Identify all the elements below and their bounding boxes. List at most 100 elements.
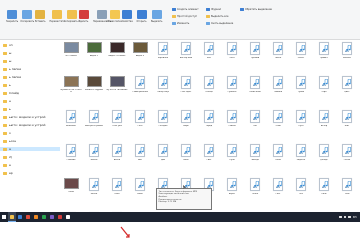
file-item[interactable]: Голос: [60, 178, 82, 212]
file-item[interactable]: MP3 Сон: [244, 110, 266, 144]
nav-item[interactable]: ьюто: модели и устрой: [3, 123, 45, 127]
file-item[interactable]: MP3 Лучший: [244, 42, 266, 76]
file-item[interactable]: MP3 Сказка: [221, 110, 243, 144]
ribbon-command[interactable]: Обратить выделение: [240, 8, 272, 11]
ribbon-command[interactable]: Выделить все: [206, 15, 229, 18]
file-item[interactable]: MP3 Суббота: [221, 76, 243, 110]
file-item[interactable]: MP3 Утро: [313, 76, 335, 110]
nav-item[interactable]: ы: [3, 51, 11, 55]
file-item[interactable]: MP3 Осень: [336, 144, 358, 178]
nav-item[interactable]: Слайд: [3, 91, 19, 95]
volume-icon[interactable]: [343, 215, 347, 219]
nav-item[interactable]: 2): [3, 155, 12, 159]
taskbar-app-button[interactable]: [64, 212, 72, 222]
nav-item[interactable]: ь: [3, 83, 11, 87]
file-item[interactable]: MP3 Звезда: [244, 144, 266, 178]
taskbar-app-button[interactable]: [40, 212, 48, 222]
ribbon-button[interactable]: Свойства: [122, 10, 133, 23]
nav-item[interactable]: ьсон: [3, 139, 16, 143]
nav-item[interactable]: н: [3, 99, 11, 103]
file-item[interactable]: MP3 Путь: [290, 110, 312, 144]
file-item[interactable]: MP3 картинка: [152, 42, 174, 76]
file-item[interactable]: MP3 Голос: [267, 144, 289, 178]
file-item[interactable]: MP3 Мечта: [83, 178, 105, 212]
navigation-pane[interactable]: зп ы ы ь папки ь папки ь Слайд н ь ьюто: модели и…: [0, 40, 60, 210]
taskbar-app-button[interactable]: [16, 212, 24, 222]
file-item[interactable]: MP3 Быстро и громко: [83, 110, 105, 144]
file-item[interactable]: MP3 Тема: [267, 110, 289, 144]
taskbar-app-button[interactable]: [24, 212, 32, 222]
nav-item[interactable]: е: [3, 163, 11, 167]
file-item[interactable]: MP3 Дождь: [313, 144, 335, 178]
taskbar-app-button[interactable]: [8, 212, 16, 222]
ribbon-command[interactable]: Простой доступ: [172, 15, 197, 18]
file-item[interactable]: MP3 Слова ребёнка: [129, 76, 151, 110]
ribbon-command[interactable]: Журнал: [206, 8, 221, 11]
ribbon-button[interactable]: Открыть: [136, 10, 147, 23]
file-item[interactable]: MP3 Шаг: [336, 110, 358, 144]
file-item[interactable]: MP3 Лес: [290, 178, 312, 212]
file-item[interactable]: MP3 Луна: [221, 144, 243, 178]
ribbon-command[interactable]: Создать элемент: [172, 8, 199, 11]
network-icon[interactable]: [339, 215, 342, 219]
taskbar-app-button[interactable]: [56, 212, 64, 222]
file-item[interactable]: MP3 Тишина: [267, 76, 289, 110]
file-item[interactable]: MP3 Рассвет: [336, 42, 358, 76]
ribbon-button[interactable]: Закрепить: [6, 10, 18, 23]
ribbon-command[interactable]: Снять выделение: [206, 22, 233, 25]
file-item[interactable]: MP3 Поле: [313, 178, 335, 212]
taskbar-app-button[interactable]: [32, 212, 40, 222]
ribbon-button[interactable]: Выделить: [151, 10, 162, 23]
file-item[interactable]: MP3 Радость: [290, 144, 312, 178]
file-item[interactable]: видео 2 в папке: [106, 42, 128, 76]
file-item[interactable]: MP3 Тень: [336, 178, 358, 212]
file-item[interactable]: Музыка и ТЫ 2 песни: [60, 76, 82, 110]
nav-item[interactable]: ер: [3, 171, 13, 175]
file-item[interactable]: MP3 Цвет: [336, 76, 358, 110]
file-item[interactable]: MP3 Ветер: [313, 110, 335, 144]
file-item[interactable]: MP3 Река: [106, 178, 128, 212]
start-button[interactable]: [0, 212, 8, 222]
language-indicator[interactable]: РУС: [353, 216, 357, 219]
file-item[interactable]: MP3 Солнце: [198, 76, 220, 110]
file-item[interactable]: MP3 Жизнь: [83, 144, 105, 178]
file-item[interactable]: MP3 Небо: [129, 178, 151, 212]
file-item[interactable]: MP3 Миг: [129, 144, 151, 178]
ribbon-button[interactable]: Удалить: [78, 10, 89, 23]
file-item[interactable]: MP3 Полёт: [290, 42, 312, 76]
file-item[interactable]: MP3 Свет: [198, 144, 220, 178]
file-item[interactable]: MP3 Лето: [221, 42, 243, 76]
file-item[interactable]: MP3 Весна: [106, 144, 128, 178]
file-item[interactable]: видео 1: [83, 42, 105, 76]
file-item[interactable]: MP3 Сапер тигр: [152, 76, 174, 110]
file-item[interactable]: MP3 Снег: [267, 178, 289, 212]
file-item[interactable]: MP3 Море: [175, 110, 197, 144]
taskbar-app-button[interactable]: [48, 212, 56, 222]
ribbon-button[interactable]: Копировать: [21, 10, 34, 23]
file-item[interactable]: MP3 Кит: [198, 42, 220, 76]
file-item[interactable]: MP3 Привет: [313, 42, 335, 76]
file-item[interactable]: MP3 Туман: [290, 76, 312, 110]
ribbon-button[interactable]: Копировать в: [64, 10, 80, 23]
file-item[interactable]: MP3 Дом: [152, 144, 174, 178]
ribbon-button[interactable]: Переместить: [50, 10, 65, 23]
ribbon-button[interactable]: Новая папка: [108, 10, 122, 23]
file-item[interactable]: видео 3: [129, 42, 151, 76]
nav-item[interactable]: ь: [3, 107, 11, 111]
nav-item[interactable]: зп: [3, 43, 13, 47]
file-item[interactable]: MP3 Ночь: [175, 144, 197, 178]
file-item[interactable]: MP3 Снег идёт: [175, 76, 197, 110]
file-item[interactable]: MP3 Стоп уже: [106, 110, 128, 144]
file-item[interactable]: Ну что ж ТЫ Мамин: [106, 76, 128, 110]
file-item[interactable]: MP3 Тихая ночь: [244, 76, 266, 110]
file-item[interactable]: MP3 Огонь: [244, 178, 266, 212]
file-item[interactable]: Мы-все-2 Мурзик: [83, 76, 105, 110]
nav-item[interactable]: ь папки: [3, 67, 21, 71]
file-item[interactable]: зп 2 папки: [60, 42, 82, 76]
ribbon-command[interactable]: Изменить: [172, 22, 189, 25]
ribbon-button[interactable]: Вставить: [35, 10, 46, 23]
file-item[interactable]: MP3 Песня: [267, 42, 289, 76]
nav-item[interactable]: а: [0, 147, 60, 151]
file-item[interactable]: MP3 Сегодня: [152, 110, 174, 144]
nav-item[interactable]: о: [3, 131, 11, 135]
